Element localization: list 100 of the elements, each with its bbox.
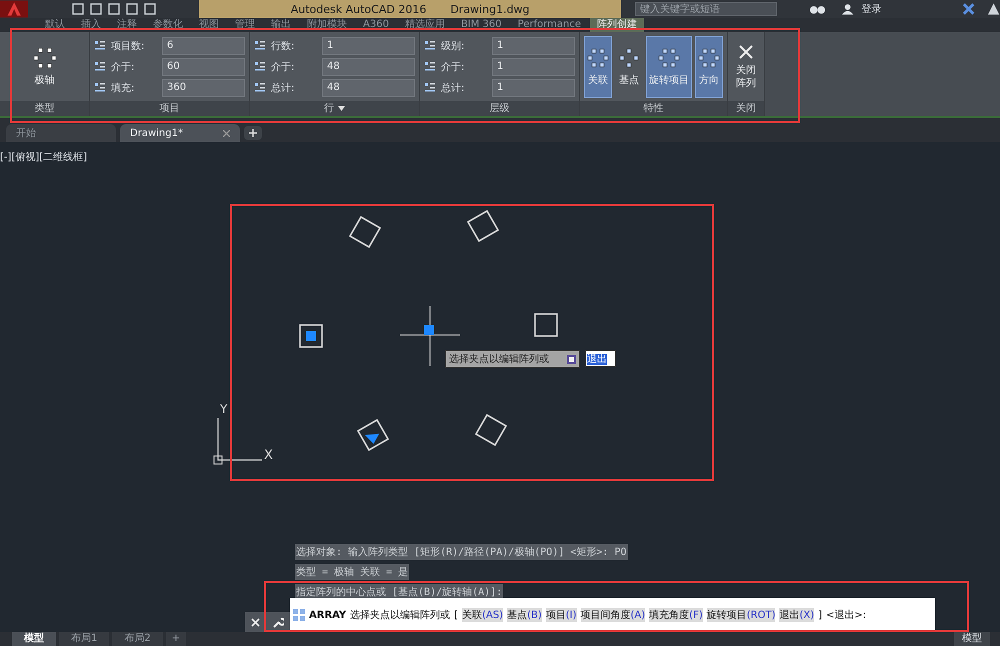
toolbar-icon[interactable] <box>144 3 156 15</box>
command-name: ARRAY <box>309 610 346 620</box>
file-name: Drawing1.dwg <box>450 2 530 16</box>
command-option[interactable]: 项目间角度(A) <box>580 608 646 622</box>
field-label: 介于: <box>270 60 296 74</box>
field-label: 项目数: <box>110 40 146 52</box>
command-option[interactable]: 填充角度(F) <box>649 608 703 622</box>
ribbon-tab[interactable]: Performance <box>510 18 588 32</box>
field-icon <box>254 82 266 94</box>
ribbon-tab[interactable]: 附加模块 <box>300 18 354 32</box>
default-option: <退出>: <box>826 608 866 622</box>
close-icon <box>738 44 754 60</box>
value-field[interactable]: 6 <box>162 36 245 54</box>
property-button[interactable]: 旋转项目 <box>646 36 692 98</box>
plus-icon <box>249 129 257 137</box>
command-option[interactable]: 旋转项目(ROT) <box>706 608 776 622</box>
field-icon <box>254 60 266 72</box>
layout-tab[interactable]: 布局1 <box>59 632 110 646</box>
toolbar-icon[interactable] <box>126 3 138 15</box>
ribbon-tab[interactable]: 注释 <box>110 18 144 32</box>
help-icon[interactable] <box>986 2 1000 16</box>
command-line-handle[interactable] <box>245 612 290 632</box>
y-axis-label: Y <box>220 402 228 416</box>
close-array-button[interactable]: 关闭阵列 <box>732 36 760 98</box>
app-title: Autodesk AutoCAD 2016 <box>290 2 426 16</box>
value-field[interactable]: 1 <box>492 58 575 76</box>
search-field[interactable]: 键入关键字或短语 <box>635 2 778 16</box>
document-tab[interactable]: Drawing1* <box>120 124 240 142</box>
field-icon <box>94 60 106 72</box>
user-icon[interactable] <box>842 3 854 15</box>
command-option[interactable]: 退出(X) <box>779 608 814 622</box>
panel-title: 特性 <box>580 101 727 116</box>
layout-tab[interactable]: 布局2 <box>112 632 163 646</box>
ribbon-tab[interactable]: 参数化 <box>146 18 190 32</box>
option-field[interactable]: 退出 <box>585 350 616 367</box>
field-label: 级别: <box>440 40 466 52</box>
close-icon[interactable] <box>223 130 230 136</box>
new-tab-button[interactable] <box>244 126 262 140</box>
dots-icon <box>618 46 640 68</box>
binoculars-icon[interactable] <box>809 3 826 15</box>
ribbon-tab[interactable]: 精选应用 <box>398 18 452 32</box>
ribbon-tab[interactable]: A360 <box>356 18 396 32</box>
ucs-axes-icon <box>214 418 262 464</box>
tooltip-text: 选择夹点以编辑阵列或 <box>449 352 549 366</box>
model-space-button[interactable]: 模型 <box>954 632 990 646</box>
rotated-square <box>299 324 323 348</box>
ribbon-tab[interactable]: 插入 <box>74 18 108 32</box>
panel-title[interactable]: 行 <box>250 101 419 116</box>
viewport-label: [-][俯视][二维线框] <box>0 150 88 164</box>
property-button[interactable]: 基点 <box>615 36 643 98</box>
field-label: 介于: <box>110 60 136 74</box>
field-label: 行数: <box>270 40 296 52</box>
layout-tab[interactable]: 模型 <box>12 632 56 646</box>
field-label: 介于: <box>440 60 466 74</box>
value-field[interactable]: 360 <box>162 78 245 96</box>
expand-icon[interactable] <box>567 354 576 364</box>
value-field[interactable]: 1 <box>322 36 415 54</box>
dots-icon <box>587 46 609 68</box>
sign-in-link[interactable]: 登录 <box>862 2 882 16</box>
toolbar-icon[interactable] <box>90 3 102 15</box>
field-icon <box>94 82 106 94</box>
property-button[interactable]: 方向 <box>695 36 723 98</box>
wrench-icon[interactable] <box>272 616 284 628</box>
field-icon <box>254 40 266 52</box>
ribbon-tab[interactable]: 默认 <box>38 18 72 32</box>
property-button[interactable]: 关联 <box>584 36 612 98</box>
toolbar-icon[interactable] <box>108 3 120 15</box>
value-field[interactable]: 1 <box>492 36 575 54</box>
grid-icon <box>293 609 305 621</box>
dots-icon <box>658 46 680 68</box>
panel-title: 类型 <box>0 101 89 116</box>
ribbon-tab[interactable]: BIM 360 <box>454 18 509 32</box>
command-prompt: 选择夹点以编辑阵列或 <box>350 608 450 622</box>
command-option[interactable]: 关联(AS) <box>462 608 504 622</box>
field-label: 总计: <box>270 82 296 94</box>
dots-icon <box>698 46 720 68</box>
command-option[interactable]: 项目(I) <box>546 608 577 622</box>
ribbon-tab[interactable]: 管理 <box>228 18 262 32</box>
bracket-open: [ <box>454 610 458 620</box>
bracket-close: ] <box>818 610 822 620</box>
toolbar-icon[interactable] <box>72 3 84 15</box>
polar-array-button[interactable]: 极轴 <box>30 36 58 98</box>
field-icon <box>424 40 436 52</box>
ribbon-tab[interactable]: 视图 <box>192 18 226 32</box>
app-logo-icon[interactable] <box>0 0 28 18</box>
command-line-field[interactable]: ARRAY 选择夹点以编辑阵列或 [ 关联(AS) 基点(B) 项目(I) 项目间角度(A) 填充角度(F) 旋转项目(ROT) 退出(X) ] <退出>: <box>290 598 935 632</box>
document-tab[interactable]: 开始 <box>6 124 116 142</box>
crosshair-cursor <box>400 306 460 366</box>
rotated-square <box>534 313 558 337</box>
command-option[interactable]: 基点(B) <box>507 608 542 622</box>
value-field[interactable]: 60 <box>162 58 245 76</box>
add-layout-button[interactable]: + <box>166 632 186 646</box>
panel-title: 层级 <box>420 101 579 116</box>
value-field[interactable]: 1 <box>492 78 575 96</box>
value-field[interactable]: 48 <box>322 78 415 96</box>
ribbon-tab[interactable]: 输出 <box>264 18 298 32</box>
value-field[interactable]: 48 <box>322 58 415 76</box>
x-axis-label: X <box>264 448 273 463</box>
field-icon <box>94 40 106 52</box>
polar-array-icon <box>34 46 56 68</box>
